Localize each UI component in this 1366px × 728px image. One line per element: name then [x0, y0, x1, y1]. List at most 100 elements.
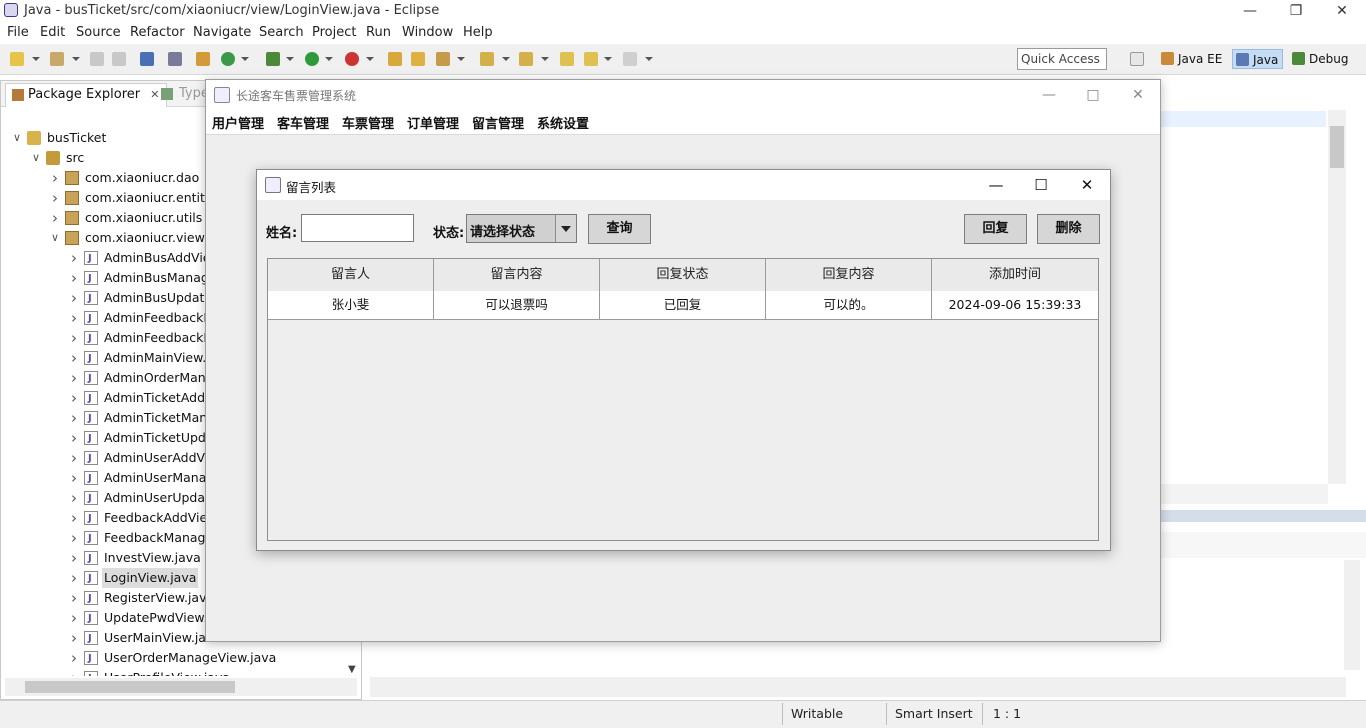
chevron-right-icon[interactable]: › [68, 348, 80, 368]
edit-dropdown-icon[interactable] [457, 57, 465, 61]
chevron-right-icon[interactable]: › [68, 388, 80, 408]
cell-reply-content[interactable]: 可以的。 [766, 291, 932, 319]
chevron-right-icon[interactable]: › [68, 608, 80, 628]
debug-icon[interactable] [266, 52, 280, 66]
chevron-down-icon[interactable]: ∨ [30, 148, 42, 168]
perspective-java[interactable]: Java [1232, 49, 1284, 69]
menu-user-management[interactable]: 用户管理 [212, 113, 264, 132]
new-java-icon[interactable] [50, 52, 64, 66]
chevron-right-icon[interactable]: › [68, 248, 80, 268]
editor-horizontal-scrollbar[interactable] [1160, 484, 1328, 504]
name-search-input[interactable] [301, 214, 414, 242]
tab-package-explorer[interactable]: Package Explorer ✕ [5, 83, 167, 107]
horizontal-scrollbar-thumb[interactable] [25, 681, 235, 693]
chevron-right-icon[interactable]: › [68, 468, 80, 488]
table-row[interactable]: 张小斐 可以退票吗 已回复 可以的。 2024-09-06 15:39:33 [268, 291, 1098, 320]
chevron-down-icon[interactable]: ∨ [49, 228, 61, 248]
menu-run[interactable]: Run [366, 25, 391, 40]
chevron-right-icon[interactable]: › [68, 368, 80, 388]
reply-button[interactable]: 回复 [964, 214, 1027, 244]
scroll-down-icon[interactable]: ▼ [348, 664, 356, 675]
menu-source[interactable]: Source [76, 25, 121, 40]
menu-order-management[interactable]: 订单管理 [407, 113, 459, 132]
chevron-right-icon[interactable]: › [68, 648, 80, 668]
menu-help[interactable]: Help [463, 25, 493, 40]
chevron-right-icon[interactable]: › [68, 308, 80, 328]
chevron-right-icon[interactable]: › [68, 528, 80, 548]
app-minimize-icon[interactable]: — [1026, 80, 1072, 110]
chevron-right-icon[interactable]: › [68, 408, 80, 428]
column-header-reply-content[interactable]: 回复内容 [766, 259, 932, 291]
column-header-created-time[interactable]: 添加时间 [932, 259, 1098, 291]
next-annotation-dropdown-icon[interactable] [502, 57, 510, 61]
external-tools-icon[interactable] [345, 52, 359, 66]
chevron-right-icon[interactable]: › [68, 288, 80, 308]
quick-access-input[interactable]: Quick Access [1017, 48, 1107, 70]
chevron-right-icon[interactable]: › [68, 588, 80, 608]
open-type-icon[interactable] [388, 52, 402, 66]
close-icon[interactable]: ✕ [1319, 0, 1365, 22]
chevron-right-icon[interactable]: › [68, 568, 80, 588]
chevron-right-icon[interactable]: › [68, 628, 80, 648]
chevron-right-icon[interactable]: › [68, 268, 80, 288]
column-header-author[interactable]: 留言人 [268, 259, 434, 291]
minimize-icon[interactable]: — [1227, 0, 1273, 22]
editor-scrollbar-thumb[interactable] [1330, 126, 1344, 168]
chevron-down-icon[interactable]: ∨ [11, 128, 23, 148]
open-perspective-icon[interactable] [1130, 52, 1144, 66]
new-dropdown-icon[interactable] [32, 57, 40, 61]
console-horizontal-scrollbar[interactable] [370, 677, 1346, 697]
run-dropdown-icon[interactable] [325, 57, 333, 61]
frame-minimize-icon[interactable]: — [973, 170, 1019, 200]
chevron-right-icon[interactable]: › [68, 328, 80, 348]
restore-icon[interactable]: ❐ [1273, 0, 1319, 22]
chevron-down-icon[interactable] [555, 215, 576, 242]
menu-edit[interactable]: Edit [40, 25, 65, 40]
cell-created-time[interactable]: 2024-09-06 15:39:33 [932, 291, 1098, 319]
menu-file[interactable]: File [7, 25, 29, 40]
menu-project[interactable]: Project [312, 25, 356, 40]
tab-type-hierarchy[interactable]: Type [159, 83, 209, 106]
chevron-right-icon[interactable]: › [68, 428, 80, 448]
query-button[interactable]: 查询 [588, 214, 651, 244]
prev-annotation-icon[interactable] [519, 52, 533, 66]
refresh-dropdown-icon[interactable] [241, 57, 249, 61]
next-annotation-icon[interactable] [480, 52, 494, 66]
frame-close-icon[interactable]: ✕ [1064, 170, 1110, 200]
chevron-right-icon[interactable]: › [49, 168, 61, 188]
chevron-right-icon[interactable]: › [68, 448, 80, 468]
forward-icon[interactable] [623, 52, 637, 66]
last-edit-icon[interactable] [560, 52, 574, 66]
menu-search[interactable]: Search [259, 25, 304, 40]
perspective-java-ee[interactable]: Java EE [1158, 49, 1226, 69]
edit-icon[interactable] [436, 52, 450, 66]
menu-system-settings[interactable]: 系统设置 [537, 113, 589, 132]
status-select[interactable]: 请选择状态 [466, 214, 577, 243]
delete-button[interactable]: 删除 [1037, 214, 1100, 244]
save-all-icon[interactable] [112, 52, 126, 66]
open-folder-icon[interactable] [411, 52, 425, 66]
horizontal-scrollbar[interactable] [5, 678, 357, 696]
run-icon[interactable] [305, 52, 319, 66]
console-vertical-scrollbar[interactable] [1344, 560, 1360, 670]
package-icon[interactable] [196, 52, 210, 66]
column-header-reply-status[interactable]: 回复状态 [600, 259, 766, 291]
external-tools-dropdown-icon[interactable] [366, 57, 374, 61]
frame-maximize-icon[interactable]: ☐ [1018, 170, 1064, 200]
debug-dropdown-icon[interactable] [286, 57, 294, 61]
menu-refactor[interactable]: Refactor [130, 25, 185, 40]
forward-dropdown-icon[interactable] [645, 57, 653, 61]
menu-bus-management[interactable]: 客车管理 [277, 113, 329, 132]
app-close-icon[interactable]: ✕ [1115, 80, 1161, 110]
chevron-right-icon[interactable]: › [68, 668, 80, 676]
editor-vertical-scrollbar[interactable] [1328, 110, 1346, 484]
new-icon[interactable] [10, 52, 24, 66]
chevron-right-icon[interactable]: › [49, 188, 61, 208]
chevron-right-icon[interactable]: › [49, 208, 61, 228]
chevron-right-icon[interactable]: › [68, 548, 80, 568]
save-icon[interactable] [90, 52, 104, 66]
perspective-debug[interactable]: Debug [1289, 49, 1352, 69]
back-icon[interactable] [584, 52, 598, 66]
app-maximize-icon[interactable]: □ [1070, 80, 1116, 110]
menu-ticket-management[interactable]: 车票管理 [342, 113, 394, 132]
